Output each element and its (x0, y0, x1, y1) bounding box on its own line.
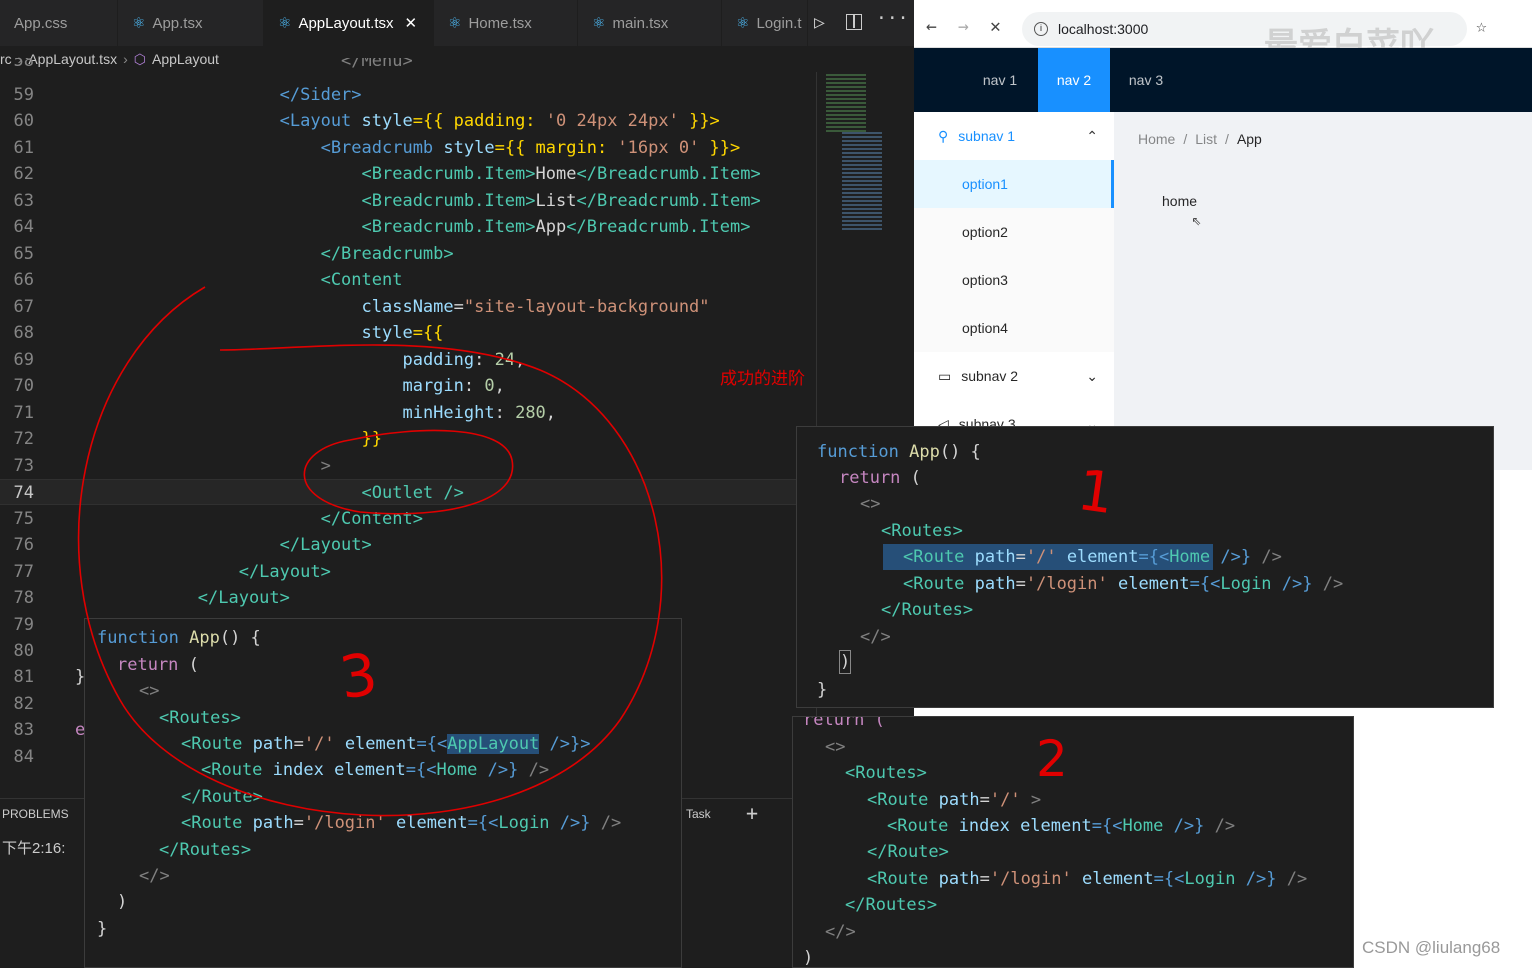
big-circle-mark (77, 286, 663, 817)
credit-watermark: CSDN @liulang68 (1362, 938, 1501, 957)
annotation-text: 成功的进阶 (720, 369, 805, 389)
annotation-overlay (77, 286, 663, 817)
step-2-mark: 2 (1036, 730, 1068, 788)
outlet-circle-mark (303, 429, 514, 515)
